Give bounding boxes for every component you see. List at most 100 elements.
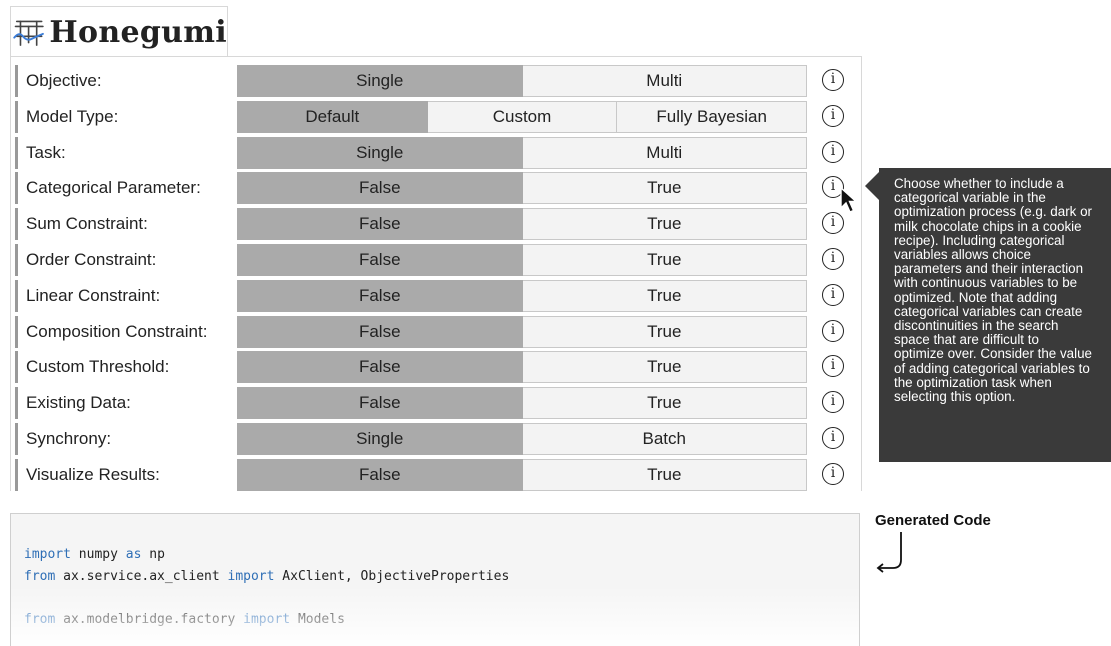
option-row-composition-constraint: Composition Constraint: False True i [15, 315, 857, 350]
option-single-button[interactable]: Single [237, 423, 523, 455]
generated-code-label: Generated Code [875, 512, 991, 529]
code-text: ax.service.ax_client [55, 569, 228, 584]
option-default-button[interactable]: Default [237, 100, 428, 133]
segmented-control: False True [237, 351, 807, 384]
info-icon[interactable]: i [822, 104, 844, 127]
option-label: Custom Threshold: [15, 351, 229, 384]
bone-frame-logo-icon [13, 20, 44, 46]
option-fully-bayesian-button[interactable]: Fully Bayesian [617, 100, 808, 133]
mouse-cursor-icon [840, 186, 858, 213]
info-tooltip: Choose whether to include a categorical v… [879, 168, 1111, 462]
option-true-button[interactable]: True [522, 351, 807, 384]
option-label: Order Constraint: [15, 244, 229, 276]
tooltip-line: selecting this option. [894, 389, 1016, 405]
info-icon[interactable]: i [822, 355, 844, 378]
info-icon[interactable]: i [822, 391, 844, 414]
option-label: Sum Constraint: [15, 208, 229, 241]
info-icon[interactable]: i [822, 462, 844, 485]
segmented-control: False True [237, 208, 807, 241]
logo[interactable]: Honegumi [10, 6, 228, 57]
option-label: Task: [15, 136, 229, 169]
code-text: np [141, 547, 165, 562]
tooltip-line: variables allows choice [894, 247, 1031, 263]
tooltip-line: categorical variable in the [894, 190, 1046, 206]
option-single-button[interactable]: Single [237, 65, 523, 97]
code-text: numpy [70, 547, 126, 562]
option-label: Objective: [15, 65, 229, 97]
option-true-button[interactable]: True [522, 315, 807, 348]
segmented-control: False True [237, 172, 807, 205]
option-custom-button[interactable]: Custom [427, 100, 618, 133]
option-false-button[interactable]: False [237, 458, 523, 491]
segmented-control: False True [237, 279, 807, 312]
options-panel: Objective: Single Multi i Model Type: Default… [10, 56, 862, 491]
tooltip-line: of adding categorical variables to [894, 360, 1090, 376]
option-label: Visualize Results: [15, 458, 229, 491]
code-keyword: import [227, 569, 275, 584]
segmented-control: Default Custom Fully Bayesian [237, 100, 808, 133]
tooltip-line: Choose whether to include a [894, 176, 1064, 191]
option-label: Linear Constraint: [15, 279, 229, 312]
option-batch-button[interactable]: Batch [522, 423, 807, 455]
tooltip-line: the optimization task when [894, 374, 1052, 390]
segmented-control: False True [237, 458, 807, 491]
option-false-button[interactable]: False [237, 351, 523, 384]
option-multi-button[interactable]: Multi [522, 65, 807, 97]
segmented-control: Single Multi [237, 65, 807, 97]
option-true-button[interactable]: True [522, 244, 807, 276]
tooltip-line: categorical variables can create [894, 303, 1083, 319]
option-label: Synchrony: [15, 423, 229, 455]
option-label: Existing Data: [15, 387, 229, 420]
option-row-linear-constraint: Linear Constraint: False True i [15, 279, 857, 314]
option-row-order-constraint: Order Constraint: False True i [15, 244, 857, 278]
segmented-control: False True [237, 387, 807, 420]
app-title: Honegumi [49, 14, 227, 50]
segmented-control: Single Multi [237, 136, 807, 169]
option-row-existing-data: Existing Data: False True i [15, 387, 857, 421]
option-false-button[interactable]: False [237, 315, 523, 348]
option-true-button[interactable]: True [522, 172, 807, 205]
tooltip-line: space that are difficult to [894, 332, 1039, 348]
option-false-button[interactable]: False [237, 387, 523, 420]
option-row-custom-threshold: Custom Threshold: False True i [15, 351, 857, 385]
code-line: from ax.service.ax_client import AxClien… [24, 569, 509, 584]
option-single-button[interactable]: Single [237, 136, 523, 169]
info-icon[interactable]: i [822, 427, 844, 449]
option-label: Categorical Parameter: [15, 172, 229, 205]
info-icon[interactable]: i [822, 283, 844, 306]
option-true-button[interactable]: True [522, 279, 807, 312]
option-multi-button[interactable]: Multi [522, 136, 807, 169]
tooltip-line: milk chocolate chips in a cookie [894, 218, 1082, 234]
segmented-control: False True [237, 244, 807, 276]
option-false-button[interactable]: False [237, 208, 523, 241]
tooltip-line: discontinuities in the search [894, 318, 1059, 334]
tooltip-line: parameters and their interaction [894, 261, 1084, 277]
option-row-model-type: Model Type: Default Custom Fully Bayesian i [15, 100, 857, 135]
option-row-objective: Objective: Single Multi i [15, 65, 857, 99]
code-text: AxClient, ObjectiveProperties [274, 569, 510, 584]
option-false-button[interactable]: False [237, 172, 523, 205]
generated-code-block[interactable]: import numpy as np from ax.service.ax_cli… [10, 513, 860, 646]
option-false-button[interactable]: False [237, 244, 523, 276]
info-icon[interactable]: i [822, 319, 844, 342]
tooltip-line: optimized. Note that adding [894, 289, 1058, 305]
code-keyword: as [125, 547, 142, 562]
info-icon[interactable]: i [822, 69, 844, 91]
tooltip-line: with continuous variables to be [894, 275, 1078, 291]
option-true-button[interactable]: True [522, 208, 807, 241]
option-false-button[interactable]: False [237, 279, 523, 312]
option-row-synchrony: Synchrony: Single Batch i [15, 423, 857, 457]
info-icon[interactable]: i [822, 212, 844, 235]
info-icon[interactable]: i [822, 248, 844, 270]
code-fade-overlay [11, 586, 859, 646]
option-row-task: Task: Single Multi i [15, 136, 857, 171]
code-line: import numpy as np [24, 547, 165, 562]
info-icon[interactable]: i [822, 140, 844, 163]
option-row-visualize-results: Visualize Results: False True i [15, 458, 857, 493]
option-row-sum-constraint: Sum Constraint: False True i [15, 208, 857, 242]
option-true-button[interactable]: True [522, 458, 807, 491]
option-true-button[interactable]: True [522, 387, 807, 420]
tooltip-line: recipe). Including categorical [894, 232, 1065, 248]
code-keyword: import [24, 547, 71, 562]
down-left-arrow-icon [876, 532, 902, 573]
